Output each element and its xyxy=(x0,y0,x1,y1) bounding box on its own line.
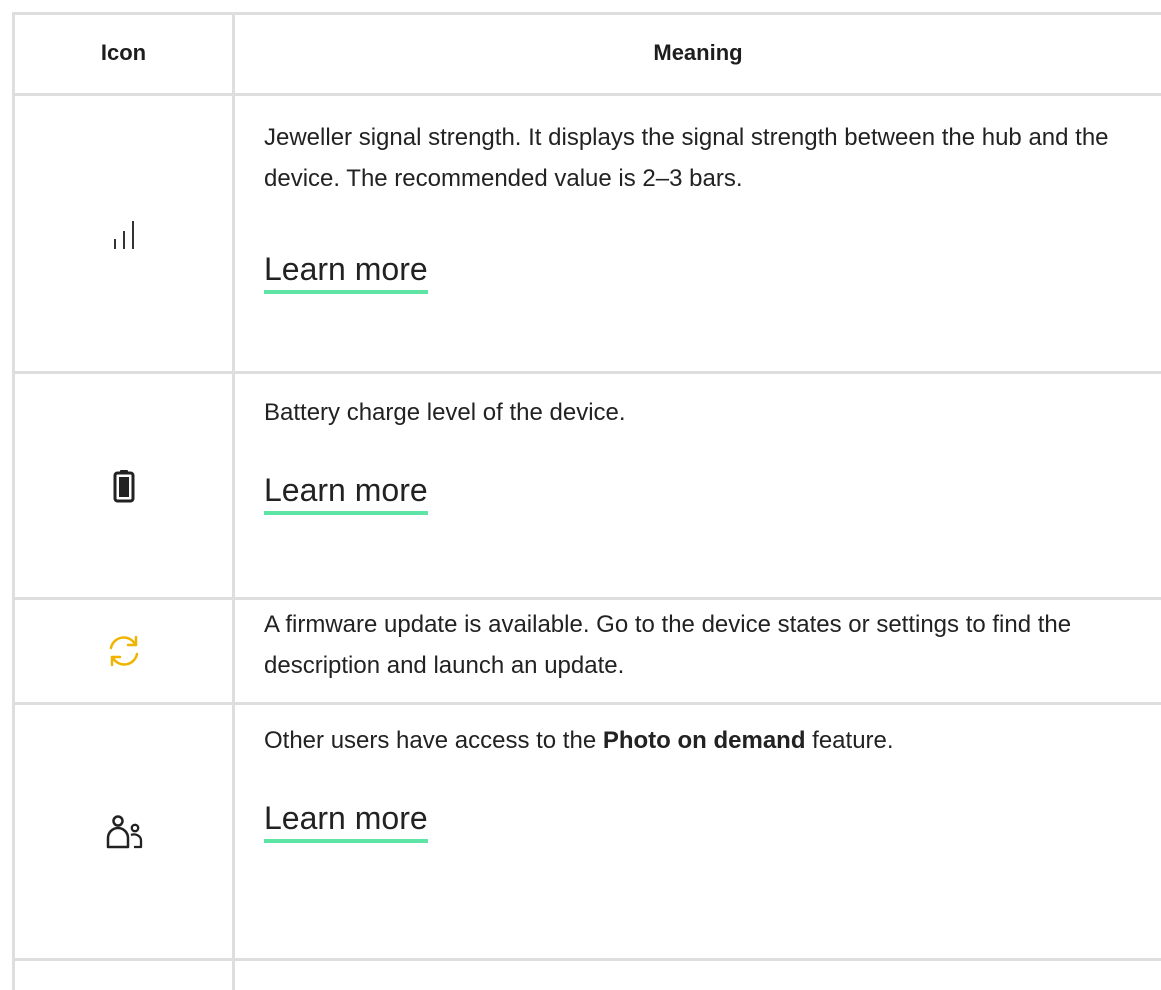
table-border-top xyxy=(12,12,1161,15)
table-row-icon-cell xyxy=(15,96,232,371)
meaning-text-part: Other users have access to the xyxy=(264,727,603,754)
battery-icon xyxy=(113,469,134,502)
header-icon: Icon xyxy=(100,40,147,65)
learn-more-link[interactable]: Learn more xyxy=(264,250,428,294)
header-meaning: Meaning xyxy=(653,40,743,65)
column-divider xyxy=(232,12,235,990)
meaning-text-part: feature. xyxy=(805,727,894,754)
table-row-icon-cell xyxy=(15,705,232,958)
learn-more-link[interactable]: Learn more xyxy=(264,471,428,515)
table-row-icon-cell xyxy=(15,374,232,597)
table-row-icon-cell xyxy=(15,600,232,702)
meaning-text: Other users have access to the Photo on … xyxy=(264,720,1141,761)
feature-name: Photo on demand xyxy=(602,727,806,754)
meaning-text: Battery charge level of the device. xyxy=(264,399,626,426)
meaning-text: Jeweller signal strength. It displays th… xyxy=(264,124,1109,192)
meaning-text: A firmware update is available. Go to th… xyxy=(264,611,1072,679)
icons-table: Icon Meaning Jeweller signal strength. I… xyxy=(0,0,1161,990)
sync-update-icon xyxy=(109,635,138,667)
signal-bars-icon xyxy=(113,220,134,249)
learn-more-link[interactable]: Learn more xyxy=(264,799,428,843)
table-row-meaning-cell: A firmware update is available. Go to th… xyxy=(264,604,1141,686)
row-divider xyxy=(12,958,1161,961)
table-row-meaning-cell: Jeweller signal strength. It displays th… xyxy=(264,117,1141,294)
users-icon xyxy=(106,814,142,848)
table-row-meaning-cell: Battery charge level of the device. Lear… xyxy=(264,392,1141,515)
table-row-meaning-cell: Other users have access to the Photo on … xyxy=(264,720,1141,843)
